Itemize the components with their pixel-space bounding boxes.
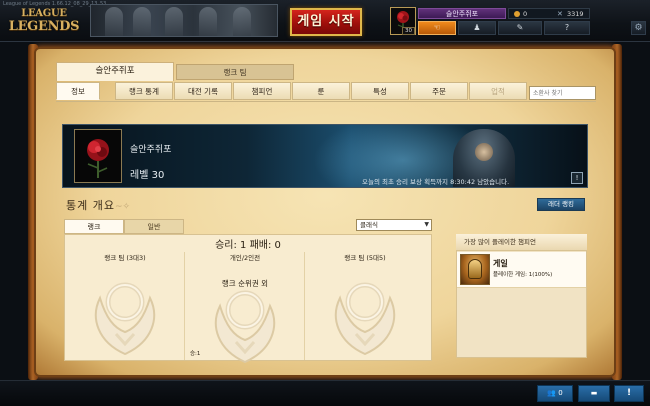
summoner-search-input[interactable]: [529, 86, 596, 100]
unranked-medal-icon: [88, 278, 162, 356]
chevron-down-icon: ▼: [424, 221, 429, 228]
unranked-medal-icon: [328, 278, 402, 356]
ranked-5v5-column: 랭크 팀 (5대5): [305, 252, 425, 360]
summoner-level-badge: 30: [402, 27, 415, 35]
champion-banner-image: [90, 4, 278, 37]
solo-duo-title: 개인/2인전: [229, 254, 261, 262]
summoner-name: 슬안주쥐포: [130, 145, 172, 155]
profile-button[interactable]: ♟: [458, 21, 496, 35]
ranked-5v5-title: 랭크 팀 (5대5): [344, 254, 386, 262]
play-menu-button[interactable]: ☜: [418, 21, 456, 35]
stats-heading-text: 통계 개요: [66, 199, 115, 212]
gear-icon[interactable]: ⚙: [631, 21, 646, 35]
ip-icon: [514, 11, 520, 17]
logo-line-2: LEGENDS: [8, 19, 80, 34]
solo-duo-column: 개인/2인전 랭크 순위권 외: [185, 252, 305, 364]
summoner-name-bar: 슬안주쥐포: [418, 8, 506, 19]
ladder-ranking-button[interactable]: 래더 랭킹: [537, 198, 585, 211]
summoner-level: 레벨 30: [130, 170, 165, 181]
champion-games-played: 플레이한 게임: 1(100%): [493, 272, 553, 278]
subtab-info[interactable]: 정보: [56, 82, 100, 100]
champion-figure: [199, 7, 217, 36]
subtab-champions[interactable]: 챔피언: [233, 82, 291, 100]
ip-value: 0: [523, 10, 528, 18]
wins-count: 승:1: [190, 351, 201, 357]
champion-figure: [105, 7, 123, 36]
champion-figure: [133, 7, 151, 36]
tab-ranked-teams[interactable]: 랭크 팀: [176, 64, 294, 80]
stats-overview-heading: 통계 개요~✧: [66, 197, 130, 213]
rose-icon: [75, 130, 121, 182]
champion-portrait: [460, 254, 490, 285]
champion-figure: [233, 7, 251, 36]
stats-tab-normal[interactable]: 일반: [124, 219, 184, 234]
ranked-3v3-title: 랭크 팀 (3대3): [104, 254, 146, 262]
ranked-3v3-column: 랭크 팀 (3대3): [65, 252, 185, 360]
win-loss-record: 승리: 1 패배: 0: [215, 240, 281, 251]
logo-line-1: LEAGUE: [21, 8, 67, 19]
game-mode-select[interactable]: 클래식 ▼: [356, 219, 432, 231]
first-win-timer: 오늘의 최초 승리 보상 획득까지 8:30:42 남았습니다.: [362, 178, 510, 186]
subtab-achievements[interactable]: 업적: [469, 82, 527, 100]
banner-champion-face: [475, 143, 493, 161]
helmet-icon: [468, 259, 482, 279]
rp-value: 3319: [567, 10, 584, 18]
friends-icon: 👥: [547, 389, 556, 397]
subtab-bar: 정보 랭크 통계 대전 기록 챔피언 룬 특성 주문 업적: [56, 82, 596, 102]
alert-icon: !: [626, 388, 632, 398]
summoner-icon: [74, 129, 122, 183]
champion-name: 게일: [493, 259, 508, 268]
rp-icon: ✕: [557, 10, 563, 18]
flourish-icon: ~✧: [114, 202, 131, 212]
play-button[interactable]: 게임 시작: [290, 8, 362, 36]
chat-icon: ▬: [590, 389, 598, 397]
game-mode-value: 클래식: [360, 221, 378, 229]
friends-count: 0: [558, 389, 563, 397]
currency-display: 0 ✕ 3319: [508, 8, 590, 19]
chat-button[interactable]: ▬: [578, 385, 610, 402]
friends-button[interactable]: 👥 0: [537, 385, 573, 402]
league-logo: LEAGUE LEGENDS: [8, 8, 80, 36]
store-button[interactable]: ✎: [498, 21, 542, 35]
subtab-masteries[interactable]: 특성: [351, 82, 409, 100]
tab-summoner[interactable]: 슬안주쥐포: [56, 62, 174, 81]
stats-tab-ranked[interactable]: 랭크: [64, 219, 124, 234]
first-win-info-button[interactable]: !: [571, 172, 583, 184]
help-button[interactable]: ?: [544, 21, 590, 35]
most-played-heading: 가장 많이 플레이한 챔피언: [456, 234, 587, 251]
top-bar: League of Legends 1.66.12_08_29_13_53 LE…: [0, 0, 650, 42]
champion-figure: [165, 7, 183, 36]
notifications-button[interactable]: !: [614, 385, 644, 402]
subtab-ranked-stats[interactable]: 랭크 통계: [115, 82, 173, 100]
subtab-runes[interactable]: 룬: [292, 82, 350, 100]
subtab-match-history[interactable]: 대전 기록: [174, 82, 232, 100]
unranked-medal-icon: [208, 286, 282, 364]
subtab-spells[interactable]: 주문: [410, 82, 468, 100]
